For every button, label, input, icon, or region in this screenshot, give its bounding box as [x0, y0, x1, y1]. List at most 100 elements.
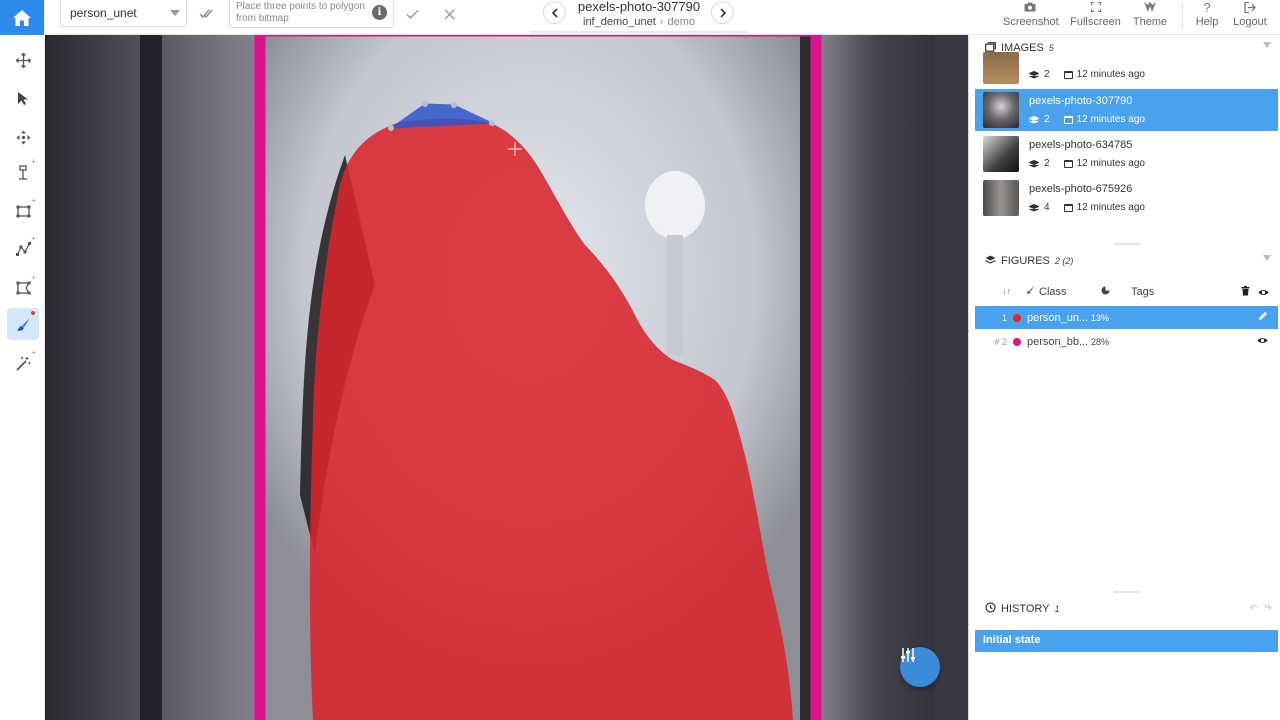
drag-tool-button[interactable]	[7, 121, 39, 153]
class-color-dot	[1013, 313, 1021, 322]
resize-handle[interactable]	[1114, 591, 1140, 593]
figure-area-percent: 13%	[1091, 312, 1110, 323]
column-tags[interactable]: Tags	[1131, 286, 1154, 298]
image-meta: 4 12 minutes ago	[1028, 202, 1145, 213]
brush-icon	[16, 317, 30, 331]
image-thumbnail	[983, 52, 1019, 84]
canvas-settings-button[interactable]	[900, 647, 940, 687]
sliders-icon	[901, 648, 915, 662]
divider	[1182, 3, 1183, 29]
move-icon	[15, 52, 31, 68]
layers-icon	[985, 255, 999, 268]
history-icon	[985, 602, 999, 616]
image-thumbnail	[983, 180, 1019, 216]
photo-pillar	[140, 35, 162, 720]
breadcrumb-project[interactable]: demo	[667, 16, 695, 28]
polygon-tool-button[interactable]: +	[7, 272, 39, 304]
eye-icon[interactable]	[1257, 335, 1268, 347]
edit-pencil-icon[interactable]	[1258, 311, 1268, 324]
layers-icon	[1028, 115, 1040, 124]
history-state-item[interactable]: Initial state	[975, 630, 1278, 652]
help-icon: ?	[1203, 0, 1211, 15]
polygon-vertex[interactable]	[451, 102, 457, 108]
rectangle-tool-button[interactable]: +	[7, 195, 39, 227]
confirm-button[interactable]	[403, 6, 421, 22]
image-list-item[interactable]: 2 12 minutes ago	[975, 52, 1278, 89]
figures-title: FIGURES	[1001, 255, 1050, 267]
info-icon[interactable]: i	[372, 5, 387, 20]
move-tool-button[interactable]	[7, 44, 39, 76]
image-list-item[interactable]: pexels-photo-675926 4 12 minutes ago	[975, 177, 1278, 219]
screenshot-button[interactable]: Screenshot	[1003, 0, 1059, 29]
class-select[interactable]: person_unet	[60, 0, 187, 27]
camera-icon	[1003, 0, 1057, 15]
select-tool-button[interactable]	[7, 82, 39, 114]
image-name: pexels-photo-634785	[1029, 139, 1133, 151]
theme-label: Theme	[1132, 16, 1168, 28]
chevron-down-icon	[170, 10, 180, 16]
figure-class-name: person_un...	[1027, 311, 1089, 324]
add-modifier-icon: +	[31, 348, 36, 357]
figure-area-percent: 28%	[1091, 336, 1110, 347]
filter-icon[interactable]	[1263, 255, 1271, 261]
logout-button[interactable]: Logout	[1230, 0, 1270, 29]
image-meta: 2 12 minutes ago	[1028, 114, 1145, 125]
history-title: HISTORY	[1001, 603, 1050, 615]
figure-index: # 2	[994, 336, 1007, 347]
image-time: 12 minutes ago	[1076, 202, 1145, 213]
column-class[interactable]: Class	[1039, 286, 1067, 298]
figure-row[interactable]: # 2 person_bb... 28%	[975, 330, 1278, 353]
chevron-right-icon	[719, 7, 726, 18]
polygon-icon	[16, 281, 30, 295]
filter-icon[interactable]	[1263, 42, 1271, 48]
fullscreen-button[interactable]: Fullscreen	[1068, 0, 1123, 29]
calendar-icon	[1063, 70, 1073, 79]
trash-icon[interactable]	[1241, 286, 1250, 299]
add-modifier-icon: +	[31, 157, 36, 166]
title-underline	[530, 31, 748, 33]
redo-icon[interactable]: ↷	[1264, 603, 1272, 614]
breadcrumb-separator: ›	[659, 16, 664, 28]
magic-wand-icon	[15, 356, 30, 371]
hint-text: Place three points to polygon from bitma…	[236, 1, 365, 24]
history-state-label: Initial state	[983, 634, 1041, 646]
image-list-item[interactable]: pexels-photo-307790 2 12 minutes ago	[975, 89, 1278, 131]
smart-tool-button[interactable]: +	[7, 347, 39, 379]
image-meta: 2 12 minutes ago	[1028, 158, 1145, 169]
image-layers-count: 4	[1044, 202, 1050, 213]
undo-icon[interactable]: ↶	[1249, 603, 1257, 614]
breadcrumb-dataset[interactable]: inf_demo_unet	[583, 16, 656, 28]
cancel-button[interactable]	[440, 6, 458, 22]
brush-tool-button[interactable]	[7, 308, 39, 340]
help-button[interactable]: ? Help	[1192, 0, 1222, 29]
image-canvas-svg[interactable]	[45, 35, 968, 720]
theme-button[interactable]: Theme	[1130, 0, 1170, 29]
polygon-vertex[interactable]	[489, 120, 495, 126]
polygon-vertex[interactable]	[422, 101, 428, 107]
photo-lamp	[645, 171, 705, 239]
home-button[interactable]	[0, 0, 44, 35]
double-check-button[interactable]	[198, 6, 216, 22]
image-name: pexels-photo-675926	[1029, 183, 1133, 195]
active-indicator	[31, 311, 35, 315]
check-icon	[406, 9, 418, 19]
figure-row[interactable]: 1 person_un... 13%	[975, 306, 1278, 329]
layers-icon	[1028, 203, 1040, 212]
add-modifier-icon: +	[31, 196, 36, 205]
fullscreen-label: Fullscreen	[1070, 16, 1121, 28]
top-bar: person_unet Place three points to polygo…	[0, 0, 1280, 35]
polyline-tool-button[interactable]: +	[7, 233, 39, 265]
image-list-item[interactable]: pexels-photo-634785 2 12 minutes ago	[975, 133, 1278, 175]
logout-label: Logout	[1233, 16, 1267, 28]
polygon-vertex[interactable]	[388, 125, 394, 131]
image-layers-count: 2	[1044, 69, 1050, 80]
eye-icon[interactable]	[1258, 287, 1269, 299]
sort-icon[interactable]: ↓↑	[1002, 286, 1011, 296]
layers-icon	[1028, 159, 1040, 168]
cursor-icon	[18, 91, 28, 105]
annotation-canvas[interactable]	[45, 35, 968, 720]
figures-count: 2 (2)	[1054, 256, 1074, 266]
resize-handle[interactable]	[1114, 243, 1140, 245]
point-tool-button[interactable]: +	[7, 156, 39, 188]
next-image-button[interactable]	[711, 1, 734, 24]
